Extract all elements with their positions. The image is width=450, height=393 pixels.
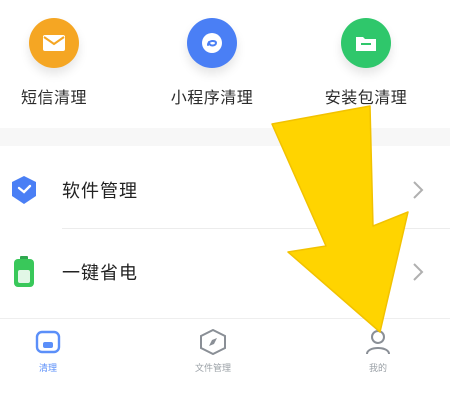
chevron-right-icon xyxy=(413,263,424,281)
tool-package-clean[interactable]: 安装包清理 xyxy=(301,18,431,108)
tool-label: 短信清理 xyxy=(20,88,87,107)
mini-program-icon xyxy=(187,18,237,68)
tool-label: 小程序清理 xyxy=(170,88,254,107)
compass-icon xyxy=(200,329,226,355)
section-gap xyxy=(0,128,450,146)
tab-mine[interactable]: 我的 xyxy=(323,329,433,374)
divider xyxy=(62,228,450,229)
bottom-tab-bar: 清理 文件管理 我的 xyxy=(0,318,450,393)
menu-item-label: 软件管理 xyxy=(62,181,138,202)
tool-sms-clean[interactable]: 短信清理 xyxy=(0,18,119,108)
chevron-right-icon xyxy=(413,181,424,199)
folder-icon xyxy=(341,18,391,68)
tool-mini-program-clean[interactable]: 小程序清理 xyxy=(147,18,277,108)
home-icon xyxy=(35,330,61,354)
message-icon xyxy=(29,18,79,68)
tab-label: 文件管理 xyxy=(194,364,231,374)
tab-label: 清理 xyxy=(38,364,57,374)
person-icon xyxy=(366,330,390,355)
tool-label: 安装包清理 xyxy=(324,88,408,107)
battery-icon xyxy=(10,256,38,288)
tab-label: 我的 xyxy=(368,364,387,374)
menu-item-label: 一键省电 xyxy=(62,263,138,284)
app-shield-icon xyxy=(10,174,38,206)
menu-item-software-manage[interactable]: 软件管理 xyxy=(0,150,450,230)
tools-panel: 短信清理 小程序清理 安装包清理 xyxy=(0,0,450,128)
menu-item-power-save[interactable]: 一键省电 xyxy=(0,232,450,312)
tab-file-manage[interactable]: 文件管理 xyxy=(158,329,268,374)
tab-clean[interactable]: 清理 xyxy=(0,329,103,374)
